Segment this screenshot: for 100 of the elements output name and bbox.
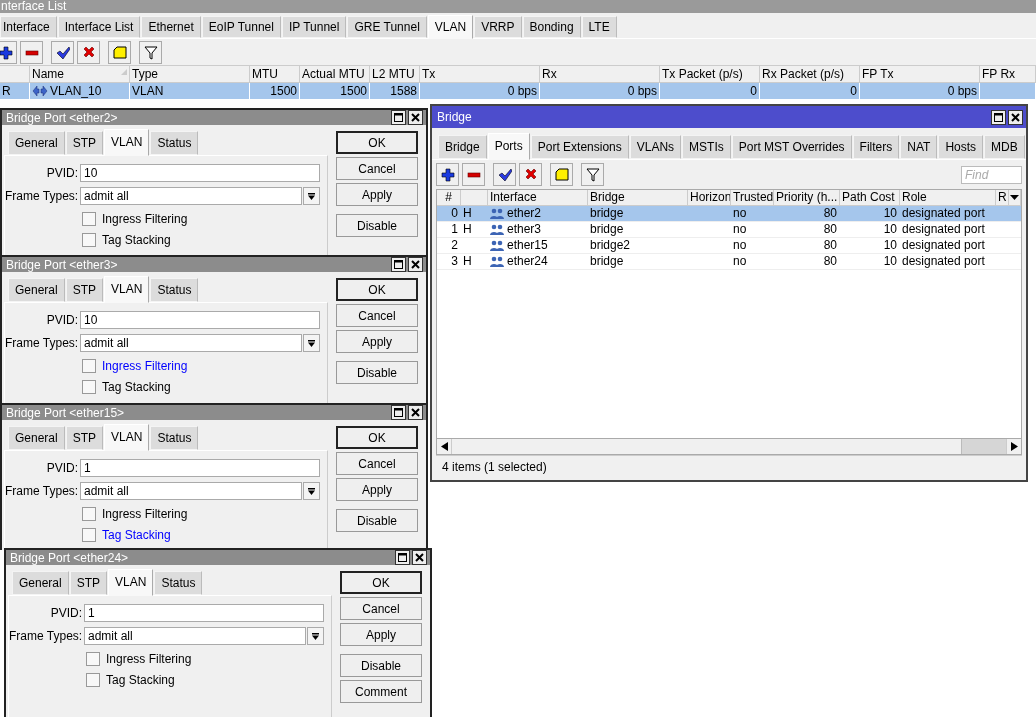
checkbox-label[interactable]: Tag Stacking (102, 528, 171, 542)
tab[interactable]: NAT (900, 135, 938, 159)
dialog-button[interactable]: Cancel (336, 452, 418, 475)
tab[interactable]: VRRP (474, 16, 522, 38)
dialog-button[interactable]: Apply (340, 623, 422, 646)
checkbox-label[interactable]: Ingress Filtering (102, 507, 188, 521)
checkbox[interactable] (82, 380, 96, 394)
tab[interactable]: Bonding (522, 16, 581, 38)
tab[interactable]: VLAN (108, 569, 154, 596)
tab[interactable]: General (12, 571, 69, 595)
close-button[interactable] (1008, 109, 1023, 125)
add-button[interactable] (436, 163, 459, 186)
disable-button[interactable] (77, 41, 100, 64)
checkbox[interactable] (82, 212, 96, 226)
tab[interactable]: VLANs (629, 135, 682, 159)
tab[interactable]: Hosts (938, 135, 984, 159)
dialog-button[interactable]: Cancel (336, 304, 418, 327)
tab[interactable]: Port Extensions (530, 135, 629, 159)
dialog-button[interactable]: OK (336, 426, 418, 449)
close-button[interactable] (408, 257, 423, 272)
dropdown-button[interactable] (303, 187, 320, 205)
maximize-button[interactable] (991, 109, 1006, 125)
tab[interactable]: Status (150, 278, 199, 302)
tab[interactable]: LTE (581, 16, 617, 38)
tab[interactable]: Filters (852, 135, 900, 159)
tab[interactable]: MSTIs (682, 135, 731, 159)
dialog-button[interactable]: Disable (336, 214, 418, 237)
scroll-thumb[interactable] (961, 439, 1006, 454)
dialog-button[interactable]: OK (336, 278, 418, 301)
dialog-button[interactable]: OK (340, 571, 422, 594)
dropdown-field[interactable]: admit all (84, 627, 306, 645)
tab[interactable]: GRE Tunnel (347, 16, 427, 38)
checkbox-label[interactable]: Ingress Filtering (102, 212, 188, 226)
tab[interactable]: Interface List (57, 16, 141, 38)
filter-button[interactable] (139, 41, 162, 64)
tab[interactable]: Interface (0, 16, 57, 38)
remove-button[interactable] (462, 163, 485, 186)
table-row[interactable]: 0 H ether2 bridge no 80 10 designated port (437, 206, 1021, 222)
maximize-button[interactable] (391, 110, 406, 125)
disable-button[interactable] (519, 163, 542, 186)
scrollbar[interactable] (437, 438, 1021, 454)
close-button[interactable] (408, 110, 423, 125)
tab[interactable]: STP (65, 426, 104, 450)
dialog-button[interactable]: Disable (336, 361, 418, 384)
tab[interactable]: Status (154, 571, 203, 595)
maximize-button[interactable] (395, 550, 410, 565)
dialog-button[interactable]: Apply (336, 183, 418, 206)
checkbox[interactable] (82, 507, 96, 521)
dialog-button[interactable]: OK (336, 131, 418, 154)
tab[interactable]: VLAN (104, 129, 150, 156)
tab[interactable]: General (8, 278, 65, 302)
comment-button[interactable] (550, 163, 573, 186)
dropdown-button[interactable] (307, 627, 324, 645)
table-row[interactable]: R VLAN_10 VLAN 1500 1500 1588 0 bps 0 bps 0 0 0 bps (0, 83, 1036, 99)
checkbox-label[interactable]: Tag Stacking (102, 233, 171, 247)
add-button[interactable] (0, 41, 17, 64)
input-field[interactable]: 1 (80, 459, 320, 477)
table-row[interactable]: 3 H ether24 bridge no 80 10 designated port (437, 254, 1021, 270)
checkbox[interactable] (82, 359, 96, 373)
enable-button[interactable] (493, 163, 516, 186)
tab[interactable]: STP (69, 571, 108, 595)
dropdown-field[interactable]: admit all (80, 482, 302, 500)
dropdown-field[interactable]: admit all (80, 334, 302, 352)
checkbox[interactable] (86, 652, 100, 666)
tab[interactable]: EoIP Tunnel (201, 16, 281, 38)
tab[interactable]: MDB (984, 135, 1025, 159)
dialog-button[interactable]: Disable (340, 654, 422, 677)
tab[interactable]: Ethernet (141, 16, 201, 38)
enable-button[interactable] (51, 41, 74, 64)
tab[interactable]: VLAN (427, 15, 474, 39)
tab[interactable]: General (8, 426, 65, 450)
close-button[interactable] (408, 405, 423, 420)
dialog-button[interactable]: Cancel (340, 597, 422, 620)
search-field[interactable]: Find (961, 165, 1022, 184)
tab[interactable]: STP (65, 278, 104, 302)
checkbox[interactable] (86, 673, 100, 687)
input-field[interactable]: 1 (84, 604, 324, 622)
remove-button[interactable] (20, 41, 43, 64)
tab[interactable]: Port MST Overrides (731, 135, 852, 159)
dialog-button[interactable]: Cancel (336, 157, 418, 180)
checkbox-label[interactable]: Ingress Filtering (102, 359, 188, 373)
scroll-right-button[interactable] (1006, 439, 1021, 454)
dialog-button[interactable]: Disable (336, 509, 418, 532)
close-button[interactable] (412, 550, 427, 565)
tab[interactable]: STP (65, 131, 104, 155)
tab[interactable]: IP Tunnel (281, 16, 347, 38)
input-field[interactable]: 10 (80, 164, 320, 182)
dropdown-field[interactable]: admit all (80, 187, 302, 205)
comment-button[interactable] (108, 41, 131, 64)
dropdown-button[interactable] (303, 334, 320, 352)
dialog-button[interactable]: Comment (340, 680, 422, 703)
checkbox-label[interactable]: Tag Stacking (102, 380, 171, 394)
tab[interactable]: Status (150, 426, 199, 450)
maximize-button[interactable] (391, 257, 406, 272)
dialog-button[interactable]: Apply (336, 478, 418, 501)
dialog-button[interactable]: Apply (336, 330, 418, 353)
table-row[interactable]: 2 ether15 bridge2 no 80 10 designated port (437, 238, 1021, 254)
tab[interactable]: Ports (487, 133, 530, 160)
tab[interactable]: VLAN (104, 424, 150, 451)
filter-button[interactable] (581, 163, 604, 186)
